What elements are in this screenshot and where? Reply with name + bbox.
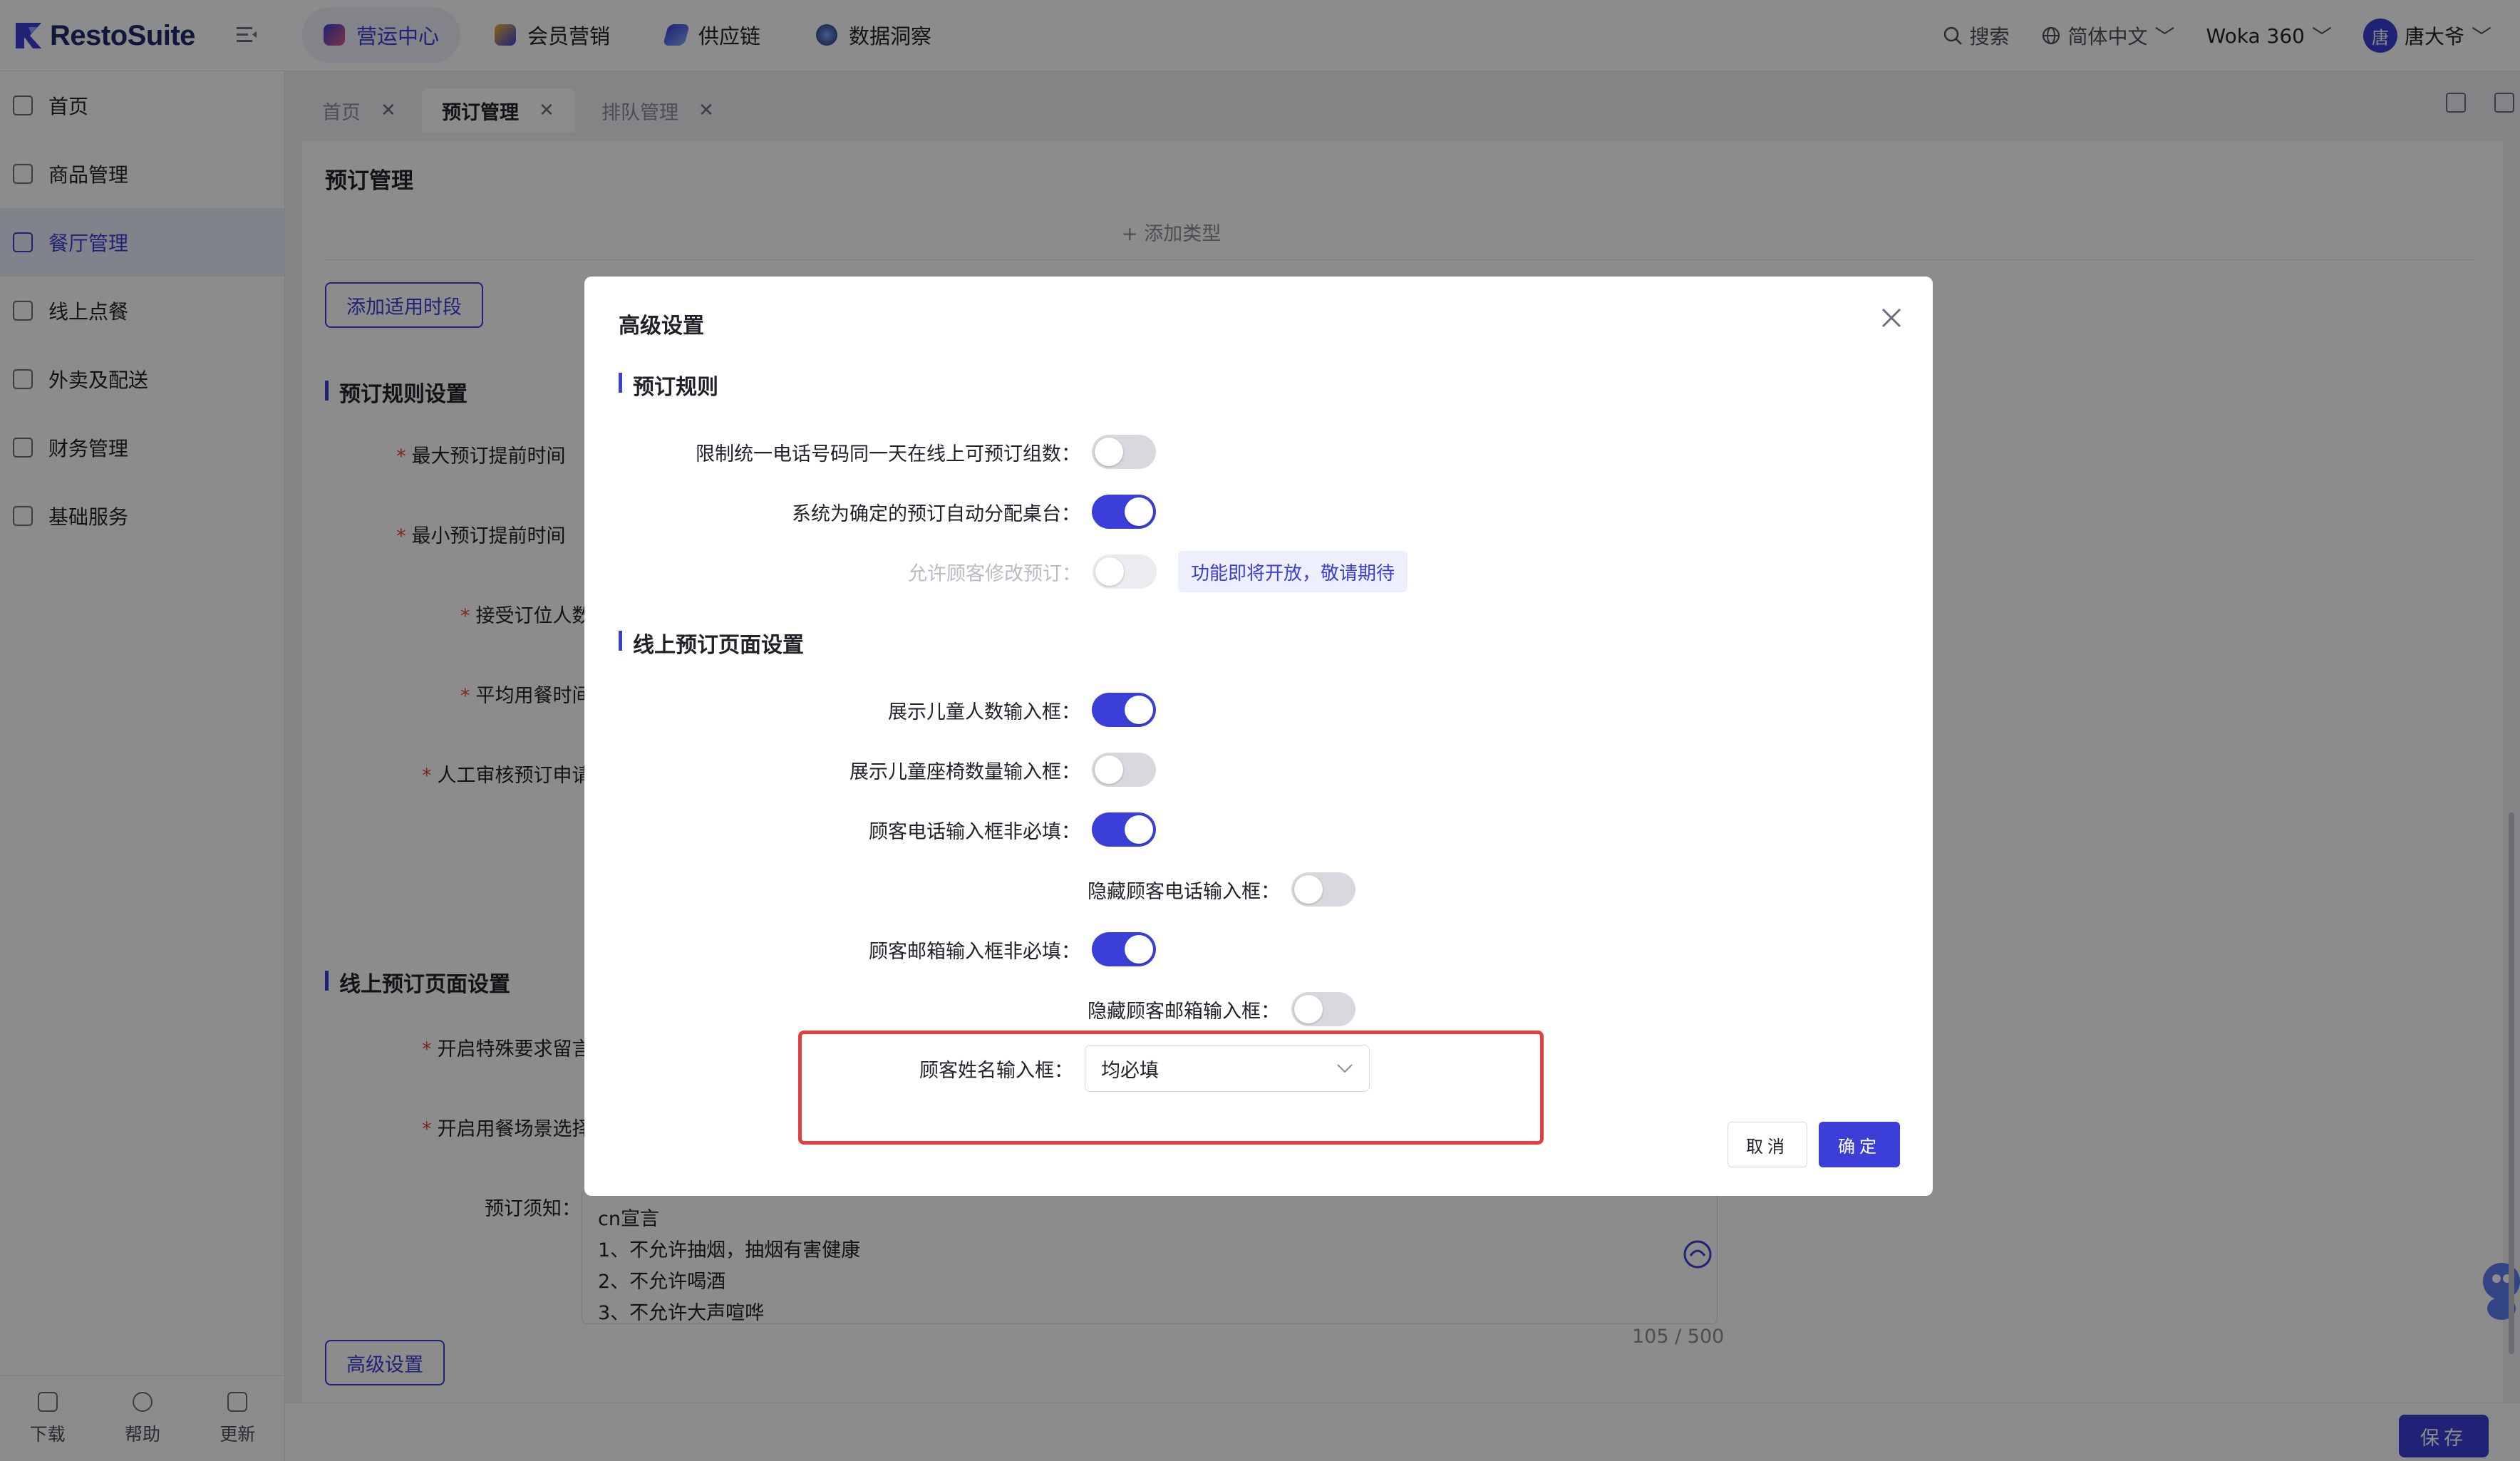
setting-label: 展示儿童座椅数量输入框： bbox=[850, 760, 1080, 783]
setting-label: 展示儿童人数输入框： bbox=[888, 701, 1080, 723]
hide-email-toggle[interactable] bbox=[1291, 992, 1355, 1026]
child-count-toggle[interactable] bbox=[1092, 693, 1156, 727]
close-icon[interactable] bbox=[1879, 305, 1904, 331]
setting-label: 限制统一电话号码同一天在线上可预订组数： bbox=[696, 443, 1080, 465]
child-seat-toggle[interactable] bbox=[1092, 753, 1156, 787]
setting-label: 隐藏顾客邮箱输入框： bbox=[1088, 1000, 1280, 1023]
advanced-settings-modal: 高级设置 预订规则 限制统一电话号码同一天在线上可预订组数： 系统为确定的预订自… bbox=[584, 277, 1933, 1196]
setting-row-hide-phone: 隐藏顾客电话输入框： bbox=[1088, 872, 1355, 907]
setting-row-auto-assign: 系统为确定的预订自动分配桌台： bbox=[792, 495, 1156, 529]
setting-label: 顾客邮箱输入框非必填： bbox=[869, 940, 1080, 963]
highlight-box bbox=[798, 1031, 1544, 1145]
cancel-button[interactable]: 取消 bbox=[1728, 1122, 1807, 1167]
modal-title: 高级设置 bbox=[619, 314, 704, 339]
setting-label: 隐藏顾客电话输入框： bbox=[1088, 880, 1280, 903]
setting-row-email-optional: 顾客邮箱输入框非必填： bbox=[869, 932, 1156, 966]
setting-row-child-seat: 展示儿童座椅数量输入框： bbox=[850, 753, 1156, 787]
confirm-button[interactable]: 确定 bbox=[1819, 1122, 1900, 1167]
email-optional-toggle[interactable] bbox=[1092, 932, 1156, 966]
setting-label: 顾客电话输入框非必填： bbox=[869, 820, 1080, 843]
coming-soon-tag: 功能即将开放，敬请期待 bbox=[1178, 551, 1408, 592]
setting-label: 允许顾客修改预订： bbox=[908, 562, 1081, 585]
setting-row-hide-email: 隐藏顾客邮箱输入框： bbox=[1088, 992, 1355, 1026]
setting-row-phone-optional: 顾客电话输入框非必填： bbox=[869, 812, 1156, 847]
allow-modify-toggle bbox=[1093, 554, 1157, 589]
setting-row-child-count: 展示儿童人数输入框： bbox=[888, 693, 1156, 727]
section-title-reservation-rules: 预订规则 bbox=[619, 369, 718, 401]
auto-assign-toggle[interactable] bbox=[1092, 495, 1156, 529]
hide-phone-toggle[interactable] bbox=[1291, 872, 1355, 907]
section-title-online-page: 线上预订页面设置 bbox=[619, 627, 804, 659]
setting-row-limit-phone: 限制统一电话号码同一天在线上可预订组数： bbox=[696, 435, 1156, 469]
setting-label: 系统为确定的预订自动分配桌台： bbox=[792, 502, 1080, 525]
setting-row-allow-modify: 允许顾客修改预订： 功能即将开放，敬请期待 bbox=[908, 551, 1408, 592]
phone-optional-toggle[interactable] bbox=[1092, 812, 1156, 847]
limit-phone-toggle[interactable] bbox=[1092, 435, 1156, 469]
